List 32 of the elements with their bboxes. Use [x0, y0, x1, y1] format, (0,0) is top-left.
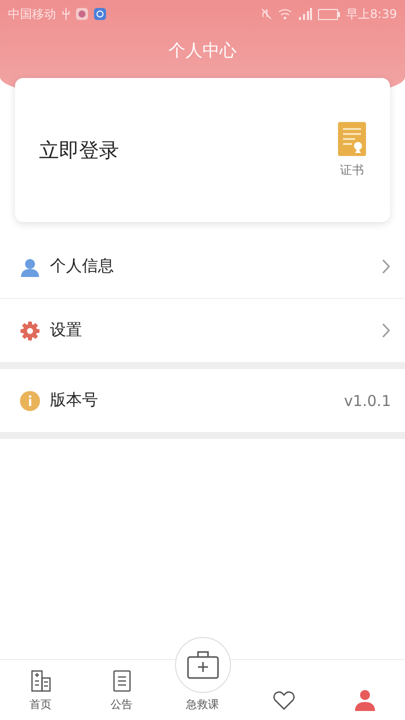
page-title: 个人中心: [168, 40, 236, 62]
person-icon: [352, 688, 376, 712]
mute-icon: [260, 8, 272, 20]
usb-icon: [62, 8, 70, 20]
version-number: v1.0.1: [344, 392, 391, 410]
menu-label: 个人信息: [50, 256, 115, 277]
signal-icon: [298, 8, 312, 20]
tab[interactable]: 公告: [81, 660, 162, 720]
menu-label: 版本号: [50, 390, 99, 411]
menu-label: 设置: [50, 320, 83, 341]
tab[interactable]: 急救课: [162, 634, 243, 720]
certificate-label: 证书: [340, 162, 364, 178]
menu-row[interactable]: 设置: [0, 298, 405, 362]
info-icon: [20, 390, 40, 410]
menu-row[interactable]: 版本号 v1.0.1: [0, 369, 405, 432]
tab-label: 首页: [30, 697, 52, 712]
first-aid-kit-icon: [186, 650, 220, 680]
tab-label: 急救课: [186, 697, 219, 712]
tab-label: 公告: [110, 697, 132, 712]
tab[interactable]: 首页: [0, 660, 81, 720]
carrier-name: 中国移动: [8, 6, 56, 22]
login-link[interactable]: 立即登录: [39, 136, 119, 164]
certificate-icon[interactable]: [338, 122, 366, 156]
person-icon: [20, 256, 40, 276]
building-icon: [28, 669, 52, 693]
gear-icon: [20, 320, 40, 340]
wifi-icon: [278, 8, 292, 20]
battery-icon: [318, 8, 340, 20]
status-time: 早上8:39: [346, 6, 397, 22]
menu-row[interactable]: 个人信息: [0, 235, 405, 298]
app-icon: [94, 8, 106, 20]
app-icon: [76, 8, 88, 20]
